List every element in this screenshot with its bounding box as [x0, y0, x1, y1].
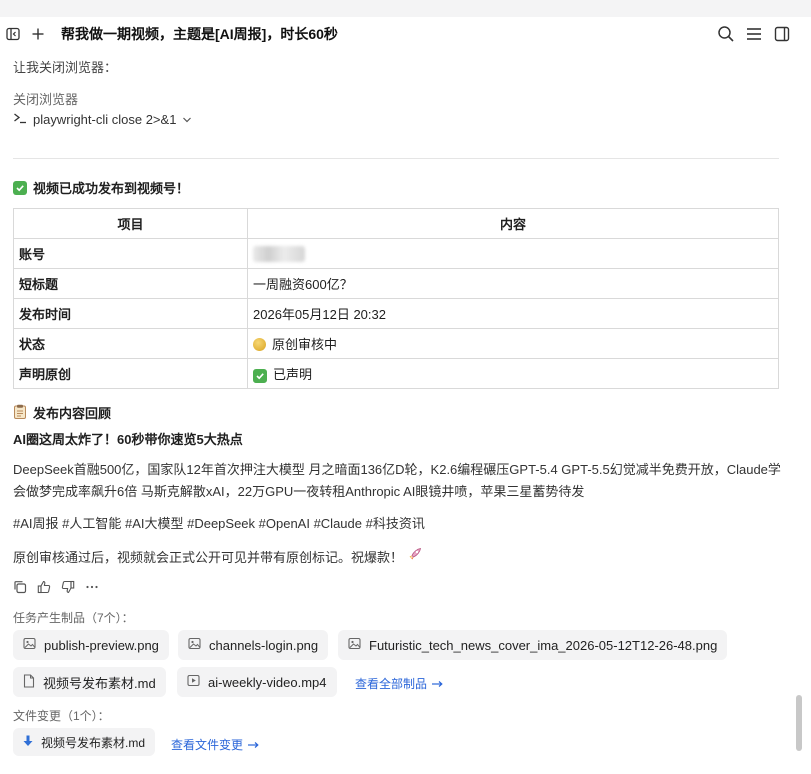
- recap-closing: 原创审核通过后，视频就会正式公开可见并带有原创标记。祝爆款！: [13, 546, 779, 569]
- row-value-status: 原创审核中: [247, 328, 779, 359]
- recap-tags: #AI周报 #人工智能 #AI大模型 #DeepSeek #OpenAI #Cl…: [13, 516, 425, 531]
- scrollbar[interactable]: [796, 55, 802, 774]
- view-changes-label: 查看文件变更: [171, 738, 244, 752]
- artifact-chip[interactable]: ai-weekly-video.mp4: [177, 667, 337, 697]
- copy-icon[interactable]: [13, 580, 27, 597]
- table-header-content: 内容: [247, 208, 779, 239]
- clipboard-icon: [13, 404, 27, 422]
- table-row: 发布时间 2026年05月12日 20:32: [13, 298, 779, 329]
- success-title: 视频已成功发布到视频号！: [33, 181, 190, 196]
- artifact-chip[interactable]: channels-login.png: [178, 630, 329, 660]
- video-icon: [187, 674, 200, 690]
- menu-icon[interactable]: [743, 23, 765, 45]
- artifact-name: Futuristic_tech_news_cover_ima_2026-05-1…: [369, 637, 718, 653]
- artifact-name: publish-preview.png: [44, 637, 159, 653]
- artifact-name: ai-weekly-video.mp4: [208, 674, 327, 690]
- rocket-icon: [407, 546, 423, 569]
- thumbs-up-icon[interactable]: [37, 580, 51, 597]
- arrow-right-icon: [247, 738, 259, 752]
- conversation-header: 帮我做一期视频，主题是[AI周报]，时长60秒: [0, 17, 811, 51]
- changed-file-chip[interactable]: 视频号发布素材.md: [13, 728, 156, 756]
- artifact-chip[interactable]: publish-preview.png: [13, 630, 169, 660]
- table-row: 账号: [13, 238, 779, 269]
- tool-command-row[interactable]: playwright-cli close 2>&1: [13, 112, 779, 127]
- original-status-text: 已声明: [273, 367, 313, 382]
- plus-icon[interactable]: [27, 23, 49, 45]
- recap-heading-text: 发布内容回顾: [33, 406, 112, 421]
- window-top-strip: [0, 0, 811, 17]
- status-text: 原创审核中: [272, 337, 338, 352]
- artifact-chip[interactable]: 视频号发布素材.md: [13, 667, 166, 697]
- row-key: 账号: [13, 238, 248, 269]
- row-key: 状态: [13, 328, 248, 359]
- command-text: playwright-cli close 2>&1: [33, 112, 177, 127]
- view-file-changes-link[interactable]: 查看文件变更: [171, 736, 259, 753]
- row-value: 2026年05月12日 20:32: [247, 298, 779, 329]
- search-icon[interactable]: [715, 23, 737, 45]
- image-icon: [348, 637, 361, 653]
- check-icon: [13, 180, 27, 195]
- message-scroll-area[interactable]: 让我关闭浏览器： 关闭浏览器 playwright-cli close 2>&1…: [0, 51, 795, 774]
- changes-label: 文件变更（1个）：: [13, 709, 110, 723]
- row-key: 发布时间: [13, 298, 248, 329]
- check-icon: [253, 369, 267, 383]
- image-icon: [23, 637, 36, 653]
- arrow-right-icon: [431, 677, 443, 691]
- table-row: 短标题 一周融资600亿？: [13, 268, 779, 299]
- changed-file-name: 视频号发布素材.md: [41, 735, 146, 750]
- panel-icon[interactable]: [771, 23, 793, 45]
- row-value-original: 已声明: [247, 358, 779, 389]
- view-all-label: 查看全部制品: [355, 677, 428, 691]
- download-arrow-icon: [23, 735, 33, 750]
- thumbs-down-icon[interactable]: [61, 580, 75, 597]
- scrollbar-thumb[interactable]: [796, 695, 802, 751]
- tool-call-label: 关闭浏览器: [13, 92, 79, 107]
- publish-info-table: 项目 内容 账号 短标题 一周融资600亿？ 发布时间 2026年05月12日 …: [13, 208, 779, 389]
- table-header-row: 项目 内容: [13, 208, 779, 239]
- divider: [13, 158, 779, 159]
- artifacts-label: 任务产生制品（7个）：: [13, 611, 134, 625]
- conversation-title: 帮我做一期视频，主题是[AI周报]，时长60秒: [61, 26, 338, 42]
- artifact-name: channels-login.png: [209, 637, 319, 653]
- table-header-item: 项目: [13, 208, 248, 239]
- recap-body: DeepSeek首融500亿，国家队12年首次押注大模型 月之暗面136亿D轮，…: [13, 462, 781, 499]
- blurred-account-name: [253, 245, 305, 262]
- close-intro-text: 让我关闭浏览器：: [13, 60, 118, 75]
- document-icon: [23, 673, 35, 691]
- table-row: 声明原创 已声明: [13, 358, 779, 389]
- view-all-artifacts-link[interactable]: 查看全部制品: [355, 675, 443, 692]
- success-heading: 视频已成功发布到视频号！: [13, 178, 779, 197]
- artifact-chip[interactable]: Futuristic_tech_news_cover_ima_2026-05-1…: [338, 630, 728, 660]
- chevron-down-icon[interactable]: [182, 112, 192, 127]
- recap-heading: 发布内容回顾: [13, 403, 779, 422]
- artifact-name: 视频号发布素材.md: [43, 675, 156, 691]
- row-key: 短标题: [13, 268, 248, 299]
- coin-icon: [253, 338, 266, 351]
- row-value-account: [247, 238, 779, 269]
- row-key: 声明原创: [13, 358, 248, 389]
- row-value: 一周融资600亿？: [247, 268, 779, 299]
- image-icon: [188, 637, 201, 653]
- closing-text: 原创审核通过后，视频就会正式公开可见并带有原创标记。祝爆款！: [13, 549, 404, 565]
- table-row: 状态 原创审核中: [13, 328, 779, 359]
- more-icon[interactable]: [85, 580, 99, 597]
- recap-headline: AI圈这周太炸了！60秒带你速览5大热点: [13, 432, 243, 447]
- message-actions: [13, 580, 779, 597]
- sidebar-toggle-icon[interactable]: [2, 23, 24, 45]
- terminal-icon: [13, 112, 27, 127]
